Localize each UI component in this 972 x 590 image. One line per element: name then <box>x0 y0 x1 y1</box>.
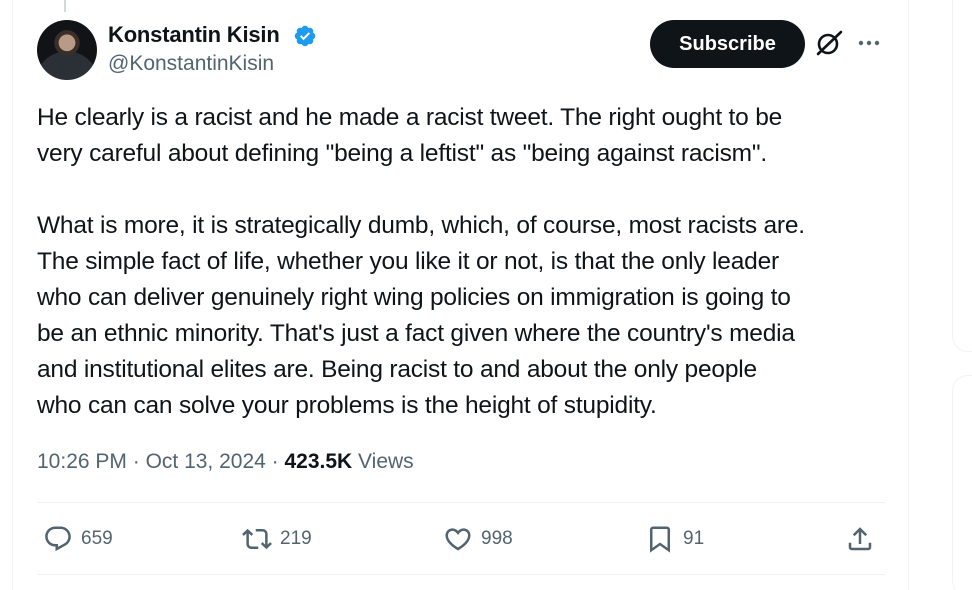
tweet-detail-page: Konstantin Kisin @KonstantinKisin Subscr… <box>0 0 972 590</box>
reply-button[interactable]: 659 <box>43 520 113 558</box>
author-handle[interactable]: @KonstantinKisin <box>108 52 274 76</box>
column-border-right <box>908 0 909 590</box>
heart-icon <box>445 528 471 551</box>
action-bar: 659 219 998 91 <box>37 520 885 558</box>
grok-icon[interactable] <box>814 28 844 58</box>
bookmark-icon <box>650 526 670 553</box>
more-horizontal-icon[interactable] <box>855 30 883 56</box>
meta-separator: · <box>265 450 285 473</box>
reply-count: 659 <box>81 528 113 549</box>
author-display-name[interactable]: Konstantin Kisin <box>108 22 280 48</box>
divider <box>37 502 885 503</box>
tweet-text: He clearly is a racist and he made a rac… <box>37 100 897 424</box>
tweet-paragraph: He clearly is a racist and he made a rac… <box>37 104 783 167</box>
thread-connector-line <box>64 0 66 12</box>
tweet-date[interactable]: Oct 13, 2024 <box>146 450 266 473</box>
share-icon <box>848 527 872 551</box>
repost-button[interactable]: 219 <box>242 520 312 558</box>
reply-icon <box>45 526 71 552</box>
views-label: Views <box>352 450 414 473</box>
tweet-meta: 10:26 PM · Oct 13, 2024 · 423.5K Views <box>37 450 414 474</box>
column-border-left <box>12 0 13 590</box>
like-button[interactable]: 998 <box>443 520 513 558</box>
divider <box>37 574 885 575</box>
tweet-paragraph: What is more, it is strategically dumb, … <box>37 212 805 419</box>
sidebar-card-edge-top <box>952 0 972 352</box>
meta-separator: · <box>126 450 146 473</box>
tweet-time[interactable]: 10:26 PM <box>37 450 127 473</box>
repost-count: 219 <box>280 528 312 549</box>
bookmark-count: 91 <box>683 528 705 549</box>
verified-badge-icon[interactable] <box>293 24 317 48</box>
subscribe-button[interactable]: Subscribe <box>650 20 805 68</box>
avatar[interactable] <box>37 20 97 80</box>
sidebar-card-edge-bottom <box>952 375 972 590</box>
share-button[interactable] <box>845 520 883 558</box>
repost-icon <box>242 528 272 550</box>
views-count: 423.5K <box>284 450 353 473</box>
bookmark-button[interactable]: 91 <box>645 520 704 558</box>
like-count: 998 <box>481 528 513 549</box>
